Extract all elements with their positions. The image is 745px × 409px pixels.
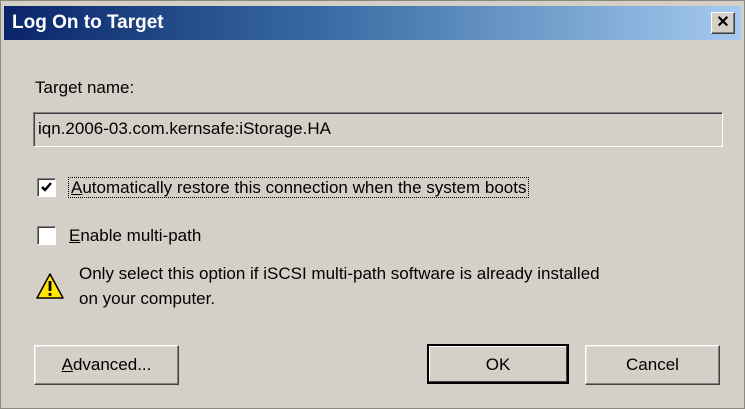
dialog-title: Log On to Target xyxy=(12,12,164,33)
auto-restore-label-wrap[interactable]: Automatically restore this connection wh… xyxy=(67,177,530,198)
auto-restore-text: utomatically restore this connection whe… xyxy=(82,178,527,197)
auto-restore-label[interactable]: Automatically restore this connection wh… xyxy=(67,177,530,198)
warning-text-line2: on your computer. xyxy=(79,289,216,308)
title-bar[interactable]: Log On to Target ✕ xyxy=(4,6,741,40)
close-icon: ✕ xyxy=(716,14,730,31)
log-on-to-target-dialog: Log On to Target ✕ Target name: iqn.2006… xyxy=(0,0,745,409)
target-name-label: Target name: xyxy=(35,78,135,97)
auto-restore-mnemonic: A xyxy=(71,178,83,197)
ok-button[interactable]: OK xyxy=(427,344,569,384)
auto-restore-checkbox[interactable] xyxy=(37,178,56,197)
multipath-text: nable multi-path xyxy=(80,226,202,245)
multipath-label[interactable]: Enable multi-path xyxy=(69,226,201,246)
advanced-mnemonic: A xyxy=(61,355,73,374)
advanced-button[interactable]: Advanced... xyxy=(34,345,179,385)
advanced-text: dvanced... xyxy=(72,355,152,374)
checkmark-icon xyxy=(41,182,52,192)
warning-icon xyxy=(36,273,64,299)
multipath-mnemonic: E xyxy=(69,226,81,245)
target-name-field[interactable]: iqn.2006-03.com.kernsafe:iStorage.HA xyxy=(33,112,723,147)
warning-text-line1: Only select this option if iSCSI multi-p… xyxy=(79,264,600,283)
close-button[interactable]: ✕ xyxy=(711,12,735,34)
cancel-button[interactable]: Cancel xyxy=(585,345,720,385)
multipath-checkbox[interactable] xyxy=(37,226,56,245)
